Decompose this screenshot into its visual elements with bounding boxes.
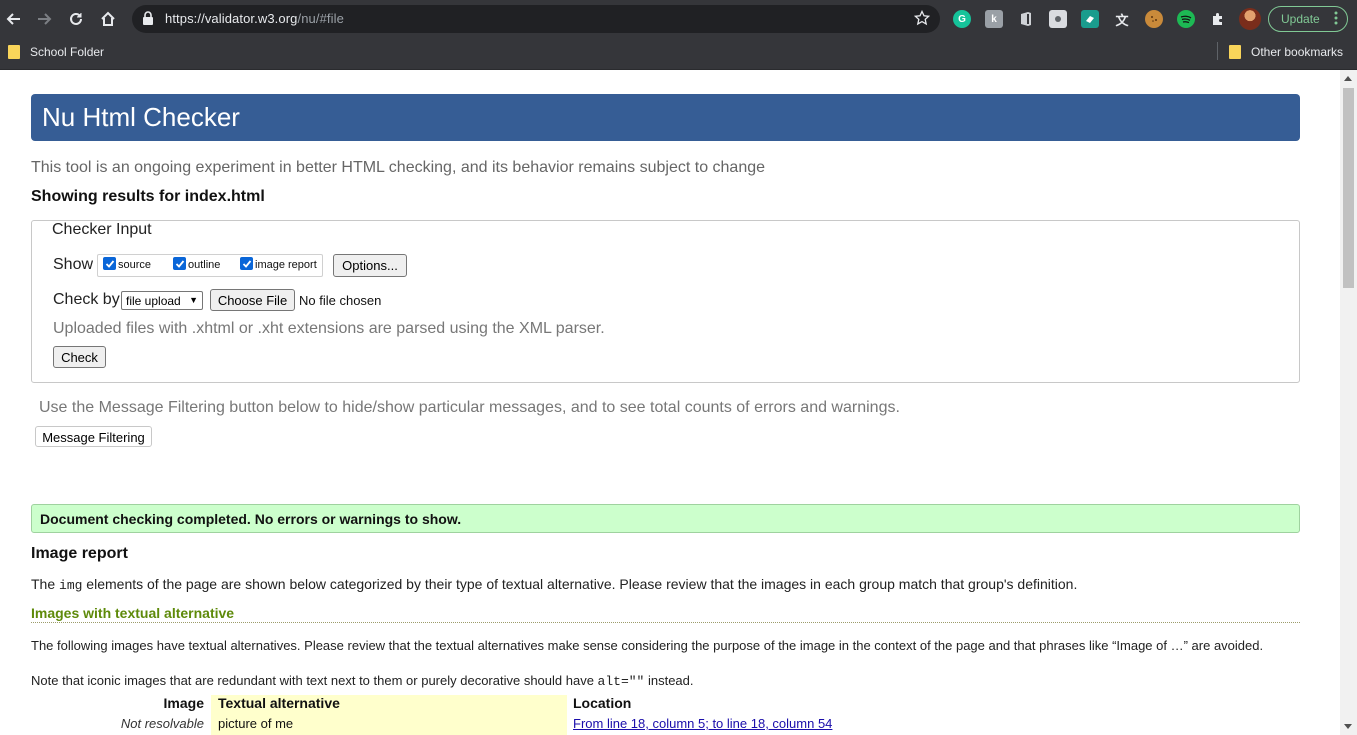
check-by-selected-value: file upload xyxy=(126,294,181,308)
status-success-bar: Document checking completed. No errors o… xyxy=(31,504,1300,533)
bookmark-star-icon[interactable] xyxy=(913,9,931,31)
show-label: Show xyxy=(53,256,94,273)
message-filtering-button[interactable]: Message Filtering xyxy=(35,426,152,447)
checker-input-legend: Checker Input xyxy=(49,221,155,239)
check-button[interactable]: Check xyxy=(53,346,106,368)
bookmark-divider xyxy=(1217,42,1218,60)
note-text: instead. xyxy=(644,673,694,688)
table-header-alt: Textual alternative xyxy=(218,695,340,711)
no-file-text: No file chosen xyxy=(299,293,382,308)
scroll-thumb[interactable] xyxy=(1343,88,1354,288)
check-icon xyxy=(105,259,114,268)
image-report-heading: Image report xyxy=(31,545,128,562)
image-report-description: The img elements of the page are shown b… xyxy=(31,576,1077,593)
forward-arrow-icon[interactable] xyxy=(32,7,56,31)
outline-checkbox-label[interactable]: outline xyxy=(188,259,220,271)
table-header-image: Image xyxy=(163,695,204,711)
chevron-down-icon: ▼ xyxy=(189,295,198,305)
message-filtering-note: Use the Message Filtering button below t… xyxy=(39,399,900,416)
scroll-up-arrow-icon[interactable] xyxy=(1344,76,1352,81)
update-button[interactable]: Update xyxy=(1268,6,1348,32)
bookmarks-bar: School Folder Other bookmarks xyxy=(0,38,1357,70)
lock-icon[interactable] xyxy=(142,11,154,30)
status-message: Document checking completed. No errors o… xyxy=(40,511,462,527)
bookmark-label: Other bookmarks xyxy=(1251,45,1344,59)
source-checkbox-label[interactable]: source xyxy=(118,259,151,271)
check-by-label: Check by xyxy=(53,291,120,308)
scroll-down-arrow-icon[interactable] xyxy=(1344,724,1352,729)
cookie-icon[interactable] xyxy=(1145,10,1163,28)
results-heading: Showing results for index.html xyxy=(31,188,265,205)
screenshot-icon[interactable] xyxy=(1049,10,1067,28)
desc-code: img xyxy=(59,578,83,593)
bookmark-label: School Folder xyxy=(30,45,105,59)
grammarly-icon[interactable]: G xyxy=(953,10,971,28)
image-report-checkbox[interactable] xyxy=(240,257,253,270)
url-path: /nu/#file xyxy=(297,11,344,26)
check-icon xyxy=(242,259,251,268)
outline-checkbox[interactable] xyxy=(173,257,186,270)
home-icon[interactable] xyxy=(96,7,120,31)
table-alt-column: Textual alternative picture of me xyxy=(211,695,567,735)
table-cell-location-link[interactable]: From line 18, column 5; to line 18, colu… xyxy=(573,716,832,731)
options-button[interactable]: Options... xyxy=(333,254,407,277)
office-icon[interactable] xyxy=(1017,10,1035,28)
parser-note: Uploaded files with .xhtml or .xht exten… xyxy=(53,320,605,337)
desc-text: The xyxy=(31,576,60,592)
profile-avatar[interactable] xyxy=(1239,8,1261,30)
k-extension-icon[interactable]: k xyxy=(985,10,1003,28)
check-icon xyxy=(175,259,184,268)
table-header-location: Location xyxy=(573,695,632,711)
check-by-select[interactable]: file upload ▼ xyxy=(121,291,203,310)
page-header: Nu Html Checker xyxy=(31,94,1300,141)
choose-file-button[interactable]: Choose File xyxy=(210,289,295,311)
url-host: https://validator.w3.org xyxy=(165,11,298,26)
bookmark-other[interactable]: Other bookmarks xyxy=(1229,45,1343,59)
note-code: alt="" xyxy=(597,674,645,689)
language-icon[interactable]: 文 xyxy=(1113,10,1131,28)
note-text: Note that iconic images that are redunda… xyxy=(31,673,598,688)
update-label: Update xyxy=(1281,12,1320,26)
more-vert-icon[interactable] xyxy=(1334,11,1338,28)
images-with-alt-heading: Images with textual alternative xyxy=(31,605,235,621)
folder-icon xyxy=(1229,45,1241,59)
iconic-images-note: Note that iconic images that are redunda… xyxy=(31,673,694,689)
browser-toolbar: https://validator.w3.org/nu/#file G k 文 … xyxy=(0,0,1357,38)
source-checkbox[interactable] xyxy=(103,257,116,270)
spotify-icon[interactable] xyxy=(1177,10,1195,28)
section-divider xyxy=(31,622,1300,623)
back-arrow-icon[interactable] xyxy=(2,7,26,31)
url-text: https://validator.w3.org/nu/#file xyxy=(165,11,344,26)
intro-text: This tool is an ongoing experiment in be… xyxy=(31,159,766,176)
table-cell-image: Not resolvable xyxy=(120,716,204,731)
images-with-alt-description: The following images have textual altern… xyxy=(31,638,1264,653)
table-cell-alt: picture of me xyxy=(218,716,294,731)
image-report-checkbox-label[interactable]: image report xyxy=(255,259,317,271)
page-title: Nu Html Checker xyxy=(42,102,240,132)
bookmark-school-folder[interactable]: School Folder xyxy=(8,45,104,59)
address-bar[interactable]: https://validator.w3.org/nu/#file xyxy=(132,5,940,33)
desc-text: elements of the page are shown below cat… xyxy=(82,576,1078,592)
puzzle-icon[interactable] xyxy=(1209,10,1227,28)
reload-icon[interactable] xyxy=(64,7,88,31)
folder-icon xyxy=(8,45,20,59)
page-scrollbar[interactable] xyxy=(1340,70,1357,735)
rapid-icon[interactable] xyxy=(1081,10,1099,28)
